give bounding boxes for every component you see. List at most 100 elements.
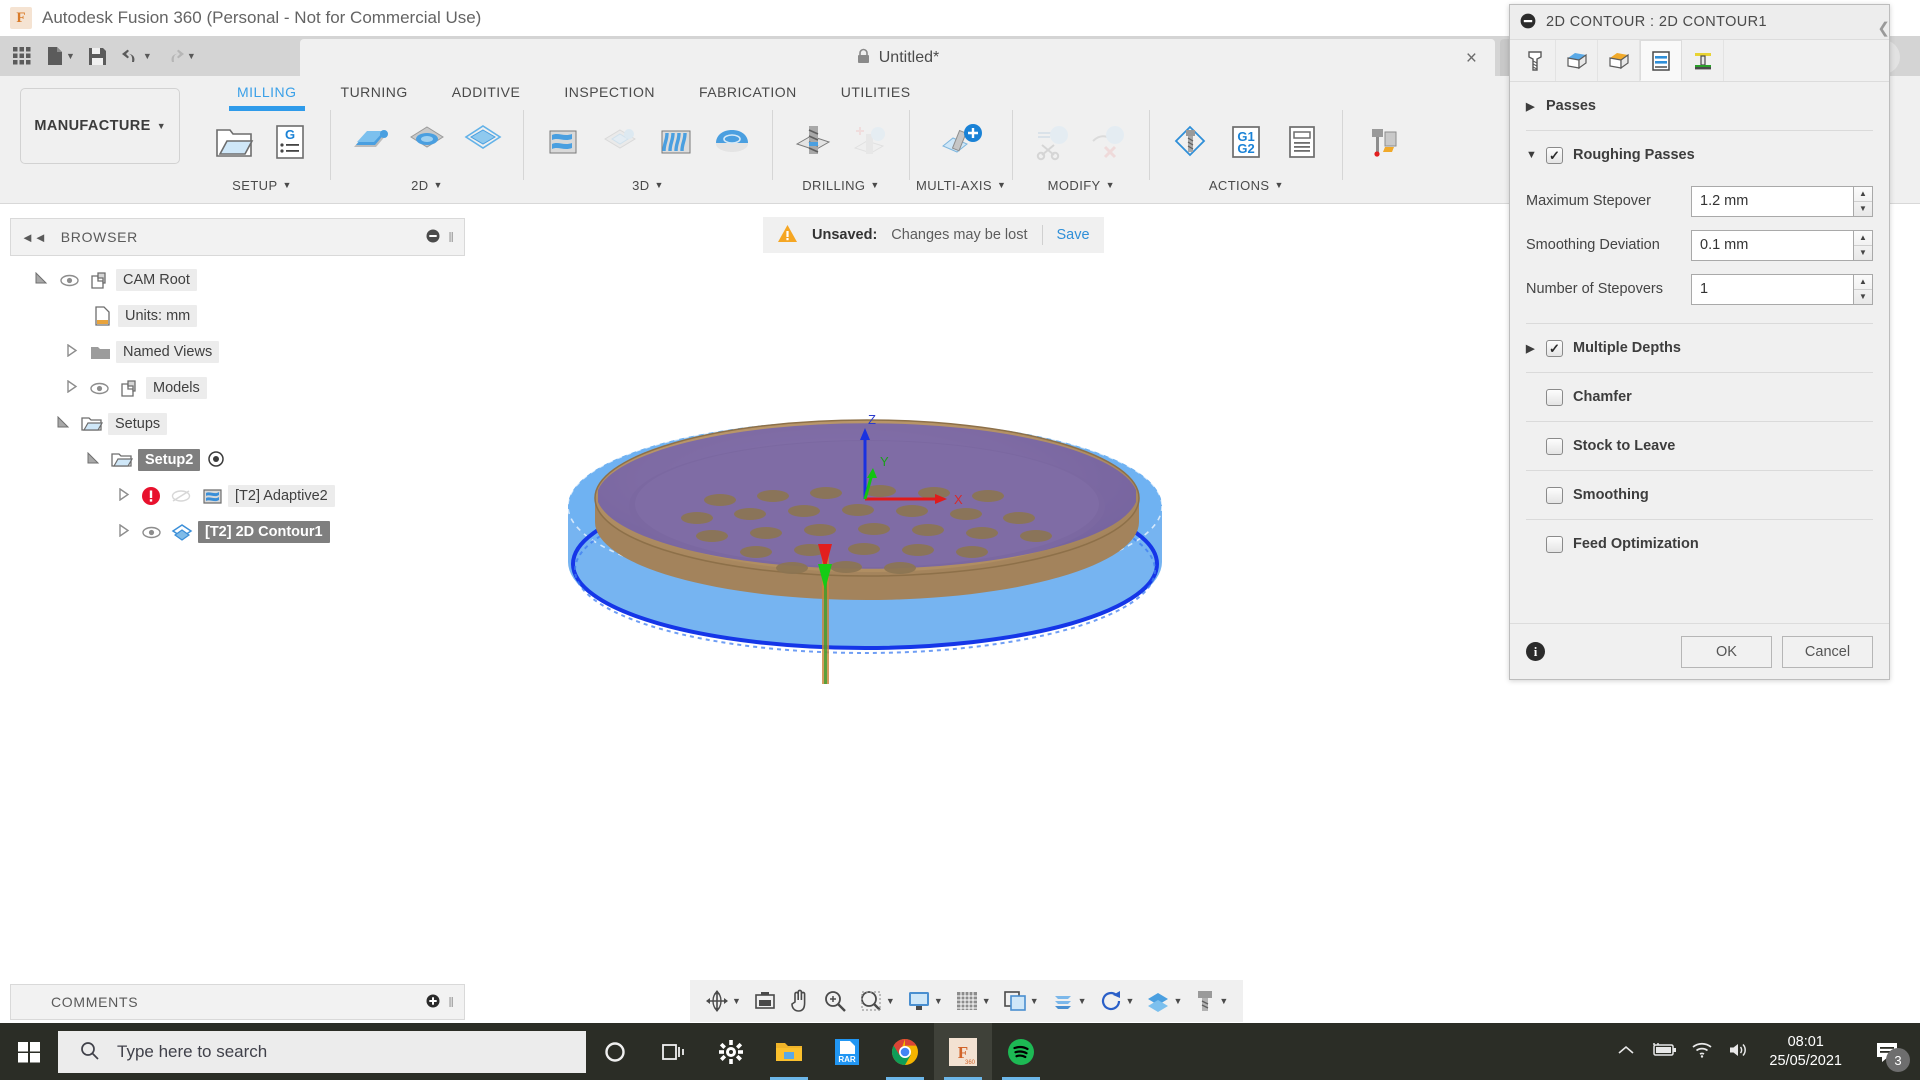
ribbon-panel-label-actions[interactable]: ACTIONS ▼ xyxy=(1209,174,1284,196)
smoothing-deviation-input[interactable]: 0.1 mm xyxy=(1691,229,1854,261)
pan-icon[interactable] xyxy=(784,982,816,1020)
task-view-icon[interactable] xyxy=(644,1023,702,1080)
twisty-collapsed-icon[interactable] xyxy=(58,379,84,396)
section-analysis-icon[interactable]: ▼ xyxy=(1046,982,1092,1020)
delete-toolpath-icon[interactable] xyxy=(1081,113,1137,171)
chevron-down-icon[interactable]: ▼ xyxy=(1126,996,1135,1006)
setup-folder-icon[interactable] xyxy=(206,113,262,171)
ok-button[interactable]: OK xyxy=(1681,635,1772,668)
workspace-switcher[interactable]: MANUFACTURE ▼ xyxy=(20,88,180,164)
zoom-window-icon[interactable]: ▼ xyxy=(854,982,900,1020)
notifications-icon[interactable]: 3 xyxy=(1862,1023,1912,1080)
smoothing-checkbox[interactable] xyxy=(1546,486,1563,504)
grid-snap-icon[interactable]: ▼ xyxy=(950,982,996,1020)
battery-charging-icon[interactable] xyxy=(1649,1042,1677,1061)
taskbar-clock[interactable]: 08:01 25/05/2021 xyxy=(1763,1033,1848,1069)
look-at-icon[interactable] xyxy=(748,982,782,1020)
chevron-down-icon[interactable]: ▼ xyxy=(1274,180,1283,190)
number-of-stepovers-input[interactable]: 1 xyxy=(1691,273,1854,305)
zoom-icon[interactable] xyxy=(818,982,852,1020)
visibility-eye-icon[interactable] xyxy=(84,382,114,395)
visibility-eye-icon[interactable] xyxy=(54,274,84,287)
chamfer-checkbox[interactable] xyxy=(1546,388,1563,406)
chevron-down-icon[interactable]: ▼ xyxy=(187,51,196,61)
viewports-icon[interactable]: ▼ xyxy=(998,982,1044,1020)
parallel-3d-icon[interactable] xyxy=(648,113,704,171)
pocket-2d-icon[interactable] xyxy=(455,113,511,171)
ribbon-tab-additive[interactable]: ADDITIVE xyxy=(430,80,543,106)
dialog-section-stock-to-leave[interactable]: Stock to Leave xyxy=(1526,422,1873,470)
ribbon-tab-turning[interactable]: TURNING xyxy=(319,80,430,106)
chevron-down-icon[interactable]: ▼ xyxy=(434,180,443,190)
chevron-down-icon[interactable]: ▼ xyxy=(982,996,991,1006)
orbit-icon[interactable]: ▼ xyxy=(700,982,746,1020)
show-hidden-icons-icon[interactable] xyxy=(1617,1043,1635,1060)
geometry-tab-icon[interactable] xyxy=(1556,40,1598,81)
probe-tool-icon[interactable] xyxy=(1355,113,1411,171)
tree-item-cam-root[interactable]: CAM Root xyxy=(10,262,480,298)
chevron-down-icon[interactable]: ▼ xyxy=(157,121,166,131)
triangle-down-icon[interactable]: ▼ xyxy=(1526,149,1537,161)
twisty-collapsed-icon[interactable] xyxy=(58,343,84,360)
panel-resize-handle[interactable]: ‖ xyxy=(448,994,454,1010)
heights-tab-icon[interactable] xyxy=(1598,40,1640,81)
search-input[interactable]: Type here to search xyxy=(58,1030,586,1073)
ribbon-panel-label-3d[interactable]: 3D ▼ xyxy=(632,174,664,196)
save-link[interactable]: Save xyxy=(1057,227,1090,243)
panel-resize-handle[interactable]: ‖ xyxy=(448,229,454,245)
scallop-3d-icon[interactable] xyxy=(704,113,760,171)
ribbon-tab-milling[interactable]: MILLING xyxy=(215,80,319,111)
maximum-stepover-input[interactable]: 1.2 mm xyxy=(1691,185,1854,217)
feed-optimization-checkbox[interactable] xyxy=(1546,535,1563,553)
add-comment-icon[interactable] xyxy=(426,994,440,1011)
chevron-down-icon[interactable]: ▼ xyxy=(1219,996,1228,1006)
setup-sheet-icon[interactable] xyxy=(1274,113,1330,171)
linking-tab-icon[interactable] xyxy=(1682,40,1724,81)
ribbon-panel-label-modify[interactable]: MODIFY ▼ xyxy=(1048,174,1115,196)
stock-visibility-icon[interactable]: ▼ xyxy=(1141,982,1187,1020)
document-tab[interactable]: Untitled* × xyxy=(300,39,1495,76)
collapse-left-icon[interactable]: ◄◄ xyxy=(21,230,47,245)
cancel-button[interactable]: Cancel xyxy=(1782,635,1873,668)
ribbon-panel-label-2d[interactable]: 2D ▼ xyxy=(411,174,443,196)
tree-item-setup2[interactable]: Setup2 xyxy=(10,442,480,478)
redo-icon[interactable]: ▼ xyxy=(159,39,201,73)
tree-item-adaptive2[interactable]: [T2] Adaptive2 xyxy=(10,478,480,514)
passes-tab-icon[interactable] xyxy=(1640,40,1682,81)
minus-circle-icon[interactable] xyxy=(1520,13,1536,32)
tool-visibility-icon[interactable]: ▼ xyxy=(1189,982,1233,1020)
ribbon-tab-fabrication[interactable]: FABRICATION xyxy=(677,80,819,106)
chevron-down-icon[interactable]: ▼ xyxy=(1106,180,1115,190)
chevron-down-icon[interactable]: ▼ xyxy=(66,51,75,61)
ribbon-tab-inspection[interactable]: INSPECTION xyxy=(542,80,677,106)
tool-tab-icon[interactable] xyxy=(1514,40,1556,81)
tree-item-units[interactable]: Units: mm xyxy=(10,298,480,334)
adaptive-2d-icon[interactable] xyxy=(399,113,455,171)
triangle-right-icon[interactable]: ▶ xyxy=(1526,342,1536,355)
winrar-icon[interactable]: RAR xyxy=(818,1023,876,1080)
tool-library-icon[interactable] xyxy=(1162,113,1218,171)
ribbon-panel-label-setup[interactable]: SETUP ▼ xyxy=(232,174,292,196)
adaptive-3d-icon[interactable] xyxy=(536,113,592,171)
file-explorer-icon[interactable] xyxy=(760,1023,818,1080)
ribbon-panel-label-drilling[interactable]: DRILLING ▼ xyxy=(802,174,879,196)
smoothing-deviation-stepper[interactable]: ▲ ▼ xyxy=(1854,229,1873,261)
tree-item-2d-contour1[interactable]: [T2] 2D Contour1 xyxy=(10,514,480,550)
chrome-icon[interactable] xyxy=(876,1023,934,1080)
dialog-section-chamfer[interactable]: Chamfer xyxy=(1526,373,1873,421)
chevron-down-icon[interactable]: ▼ xyxy=(997,180,1006,190)
tree-item-models[interactable]: Models xyxy=(10,370,480,406)
cortana-icon[interactable] xyxy=(586,1023,644,1080)
chevron-down-icon[interactable]: ▼ xyxy=(1030,996,1039,1006)
ribbon-panel-label-multi-axis[interactable]: MULTI-AXIS ▼ xyxy=(916,174,1006,196)
chevron-down-icon[interactable]: ▼ xyxy=(1078,996,1087,1006)
multiple-depths-checkbox[interactable]: ✓ xyxy=(1546,339,1563,357)
save-icon[interactable] xyxy=(82,39,113,73)
triangle-right-icon[interactable]: ▶ xyxy=(1526,100,1536,113)
twisty-collapsed-icon[interactable] xyxy=(110,487,136,504)
settings-icon[interactable] xyxy=(702,1023,760,1080)
stock-to-leave-checkbox[interactable] xyxy=(1546,437,1563,455)
chevron-down-icon[interactable]: ▼ xyxy=(870,180,879,190)
close-icon[interactable]: × xyxy=(1466,48,1477,70)
twisty-expanded-icon[interactable] xyxy=(80,451,106,468)
